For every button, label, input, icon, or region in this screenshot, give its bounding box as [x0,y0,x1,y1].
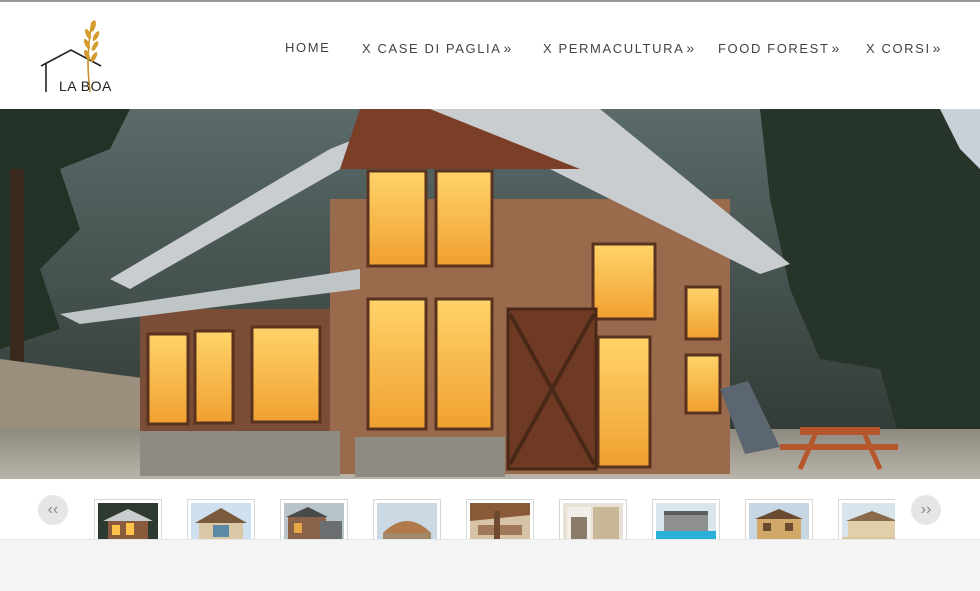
nav-item-label: HOME [285,40,331,55]
thumbnail-2[interactable] [187,499,255,539]
prev-slide-button[interactable]: ‹‹ [38,495,68,525]
nav-item-label: X CASE DI PAGLIA [362,41,502,56]
thumbnail-7[interactable] [652,499,720,539]
thumbnail-strip: ‹‹ ›› [0,479,980,539]
logo-text[interactable]: LA BOA [59,78,112,94]
nav-item-label: X PERMACULTURA [543,41,685,56]
hero-slide-image[interactable] [0,109,980,479]
site-header: LA BOA HOME X CASE DI PAGLIA» X PERMACUL… [0,2,980,109]
nav-item-permacultura[interactable]: X PERMACULTURA» [543,40,694,56]
thumbnail-3[interactable] [280,499,348,539]
nav-item-label: FOOD FOREST [718,41,830,56]
thumbnail-1[interactable] [94,499,162,539]
main-nav: HOME X CASE DI PAGLIA» X PERMACULTURA» F… [0,40,980,60]
footer-band [0,539,980,591]
thumbnail-8[interactable] [745,499,813,539]
next-slide-button[interactable]: ›› [911,495,941,525]
nav-item-case-di-paglia[interactable]: X CASE DI PAGLIA» [362,40,511,56]
nav-item-corsi[interactable]: X CORSI» [866,40,940,56]
submenu-arrow-icon: » [686,40,695,56]
thumbnail-9[interactable] [838,499,895,539]
thumbnail-6[interactable] [559,499,627,539]
thumbnail-4[interactable] [373,499,441,539]
nav-item-home[interactable]: HOME [285,40,330,55]
thumbnail-track [90,479,895,539]
submenu-arrow-icon: » [932,40,941,56]
submenu-arrow-icon: » [503,40,512,56]
nav-item-label: X CORSI [866,41,931,56]
nav-item-food-forest[interactable]: FOOD FOREST» [718,40,839,56]
submenu-arrow-icon: » [831,40,840,56]
thumbnail-5[interactable] [466,499,534,539]
